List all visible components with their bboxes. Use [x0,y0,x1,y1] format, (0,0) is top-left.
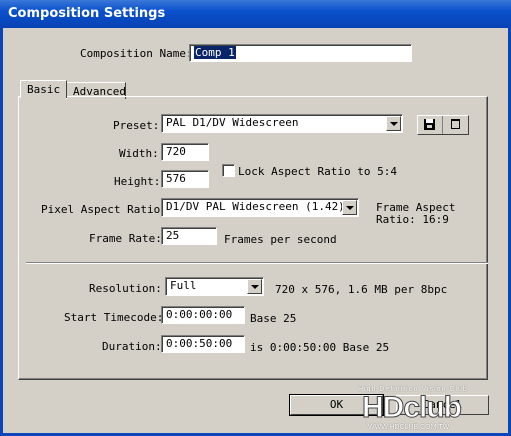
frame-rate-label: Frame Rate: [89,232,162,245]
pixel-aspect-value: D1/DV PAL Widescreen (1.42) [166,200,345,213]
floppy-label-area [426,119,433,123]
preset-button-group [417,115,469,135]
duration-label: Duration: [102,340,162,353]
floppy-disk-icon[interactable] [424,119,435,130]
resolution-info: 720 x 576, 1.6 MB per 8bpc [275,283,448,296]
resolution-dropdown[interactable]: Full [165,277,264,296]
height-input[interactable]: 576 [161,170,209,188]
watermark-url: WWW.HDCLUB.COM.TW [368,424,450,431]
composition-name-label: Composition Name: [80,47,193,60]
frame-rate-input[interactable]: 25 [161,227,217,245]
chevron-down-icon[interactable] [342,200,357,215]
trash-icon[interactable] [451,119,460,129]
composition-name-value: Comp 1 [194,46,236,59]
frame-aspect-value: Ratio: 16:9 [376,213,449,226]
tab-basic-label: Basic [27,83,61,96]
duration-info: is 0:00:50:00 Base 25 [250,341,390,354]
button-divider [442,116,443,134]
resolution-label: Resolution: [89,282,162,295]
chevron-down-icon[interactable] [247,279,262,294]
chevron-down-icon[interactable] [386,116,401,131]
composition-name-input[interactable]: Comp 1 [189,44,412,62]
title-bar[interactable]: Composition Settings [0,0,511,28]
pixel-aspect-label: Pixel Aspect Ratio: [41,203,167,216]
lock-aspect-label: Lock Aspect Ratio to 5:4 [238,165,397,178]
width-label: Width: [119,147,159,160]
start-timecode-base: Base 25 [250,312,297,325]
start-timecode-label: Start Timecode: [64,311,164,324]
window-border-left [0,28,3,436]
section-divider [26,262,488,264]
frame-rate-unit: Frames per second [224,233,337,246]
tab-basic[interactable]: Basic [20,80,67,98]
height-label: Height: [114,175,161,188]
preset-value: PAL D1/DV Widescreen [166,116,299,129]
ok-button-label: OK [329,398,344,411]
pixel-aspect-dropdown[interactable]: D1/DV PAL Widescreen (1.42) [161,198,359,217]
duration-input[interactable]: 0:00:50:00 [161,335,245,353]
preset-dropdown[interactable]: PAL D1/DV Widescreen [161,114,403,133]
floppy-shutter [427,125,432,128]
resolution-value: Full [170,279,197,292]
lock-aspect-checkbox[interactable] [222,164,235,177]
watermark-logo: HDclub [362,391,463,425]
preset-label: Preset: [113,119,160,132]
width-input[interactable]: 720 [161,143,209,161]
start-timecode-input[interactable]: 0:00:00:00 [161,306,245,324]
window-title: Composition Settings [8,6,166,21]
